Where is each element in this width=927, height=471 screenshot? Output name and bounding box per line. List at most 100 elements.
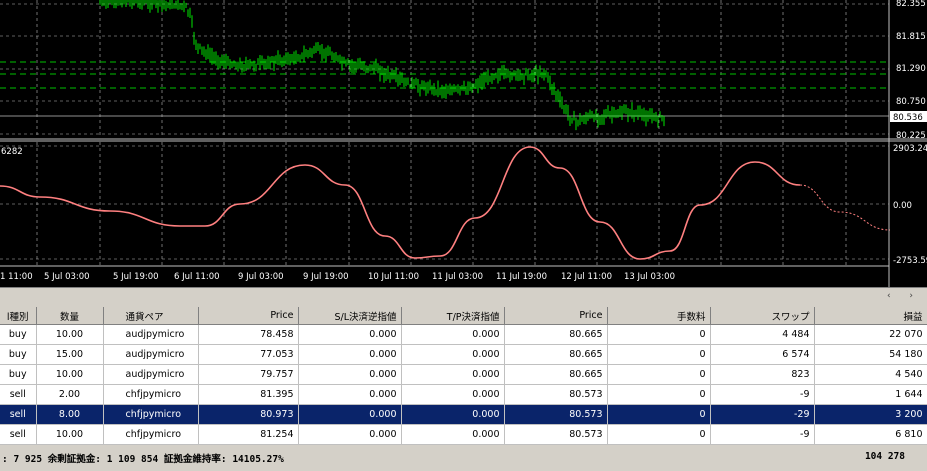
col-header-current-price[interactable]: Price xyxy=(504,307,608,325)
cell-volume: 15.00 xyxy=(36,344,104,365)
col-header-tp[interactable]: T/P決済指値 xyxy=(401,307,505,325)
cell-open-price: 78.458 xyxy=(198,324,299,345)
cell-sl: 0.000 xyxy=(298,384,402,405)
cell-swap: -9 xyxy=(710,424,815,445)
cell-sl: 0.000 xyxy=(298,404,402,425)
indicator-forecast-line xyxy=(799,184,891,231)
cell-commission: 0 xyxy=(607,384,711,405)
time-axis-label: 9 Jul 19:00 xyxy=(303,272,349,282)
cell-open-price: 81.254 xyxy=(198,424,299,445)
cell-tp: 0.000 xyxy=(401,324,505,345)
cell-open-price: 79.757 xyxy=(198,364,299,385)
time-axis-label: 5 Jul 03:00 xyxy=(44,272,90,282)
cell-tp: 0.000 xyxy=(401,384,505,405)
cell-commission: 0 xyxy=(607,364,711,385)
table-row[interactable]: sell 8.00 chfjpymicro 80.973 0.000 0.000 80.57… xyxy=(0,404,927,425)
cell-sl: 0.000 xyxy=(298,324,402,345)
cell-current-price: 80.573 xyxy=(504,424,608,445)
col-header-swap[interactable]: スワップ xyxy=(710,307,815,325)
cell-type: sell xyxy=(0,404,37,425)
current-price-label: 80.536 xyxy=(893,113,923,123)
time-axis-label: 6 Jul 11:00 xyxy=(174,272,220,282)
cell-symbol: audjpymicro xyxy=(103,324,199,345)
cell-symbol: audjpymicro xyxy=(103,364,199,385)
time-axis-label: 11 Jul 19:00 xyxy=(496,272,547,282)
table-row[interactable]: buy 10.00 audjpymicro 79.757 0.000 0.000 80.66… xyxy=(0,364,927,385)
cell-profit: 3 200 xyxy=(814,404,927,425)
cell-sl: 0.000 xyxy=(298,424,402,445)
time-axis-label: 11 Jul 03:00 xyxy=(432,272,483,282)
cell-type: buy xyxy=(0,364,37,385)
table-body: buy 10.00 audjpymicro 78.458 0.000 0.000 80.66… xyxy=(0,324,927,445)
col-header-volume[interactable]: 数量 xyxy=(36,307,104,325)
cell-open-price: 77.053 xyxy=(198,344,299,365)
table-row[interactable]: sell 10.00 chfjpymicro 81.254 0.000 0.000 80.5… xyxy=(0,424,927,445)
scroll-arrows-icon[interactable]: ‹ › xyxy=(887,291,921,301)
indicator-name-label: 6282 xyxy=(1,147,23,157)
table-row[interactable]: buy 15.00 audjpymicro 77.053 0.000 0.000 80.66… xyxy=(0,344,927,365)
cell-symbol: chfjpymicro xyxy=(103,424,199,445)
indicator-line xyxy=(0,146,801,260)
cell-volume: 10.00 xyxy=(36,324,104,345)
cell-swap: -9 xyxy=(710,384,815,405)
cell-swap: 4 484 xyxy=(710,324,815,345)
trade-table: l種別 数量 通貨ペア Price S/L決済逆指値 T/P決済指値 Price 手数料 スワッ… xyxy=(0,307,927,445)
time-axis-label: 12 Jul 11:00 xyxy=(561,272,612,282)
indicator-axis-label: -2753.59 xyxy=(893,256,927,266)
cell-sl: 0.000 xyxy=(298,344,402,365)
time-axis-label: 9 Jul 03:00 xyxy=(238,272,284,282)
cell-tp: 0.000 xyxy=(401,344,505,365)
time-axis-label: 5 Jul 19:00 xyxy=(113,272,159,282)
cell-swap: -29 xyxy=(710,404,815,425)
cell-volume: 10.00 xyxy=(36,424,104,445)
table-header-row: l種別 数量 通貨ペア Price S/L決済逆指値 T/P決済指値 Price 手数料 スワッ… xyxy=(0,307,927,325)
cell-profit: 1 644 xyxy=(814,384,927,405)
time-axis-label: 13 Jul 03:00 xyxy=(624,272,675,282)
indicator-axis-label: 2903.24 xyxy=(893,144,927,154)
col-header-profit[interactable]: 損益 xyxy=(814,307,927,325)
cell-volume: 10.00 xyxy=(36,364,104,385)
cell-current-price: 80.665 xyxy=(504,364,608,385)
cell-type: sell xyxy=(0,424,37,445)
cell-symbol: chfjpymicro xyxy=(103,384,199,405)
table-row[interactable]: sell 2.00 chfjpymicro 81.395 0.000 0.000 80.57… xyxy=(0,384,927,405)
price-chart[interactable]: 82.355 81.815 81.290 80.750 80.225 80.536 6282… xyxy=(0,0,927,287)
chart-scrollbar[interactable]: ‹ › xyxy=(0,287,927,307)
cell-open-price: 80.973 xyxy=(198,404,299,425)
time-axis-label: 10 Jul 11:00 xyxy=(368,272,419,282)
cell-profit: 54 180 xyxy=(814,344,927,365)
cell-commission: 0 xyxy=(607,324,711,345)
cell-swap: 6 574 xyxy=(710,344,815,365)
cell-current-price: 80.665 xyxy=(504,324,608,345)
table-row[interactable]: buy 10.00 audjpymicro 78.458 0.000 0.000 80.66… xyxy=(0,324,927,345)
cell-tp: 0.000 xyxy=(401,424,505,445)
cell-open-price: 81.395 xyxy=(198,384,299,405)
cell-type: buy xyxy=(0,324,37,345)
cell-profit: 4 540 xyxy=(814,364,927,385)
cell-commission: 0 xyxy=(607,344,711,365)
cell-tp: 0.000 xyxy=(401,404,505,425)
price-axis-label: 80.750 xyxy=(896,97,926,107)
indicator-axis-label: 0.00 xyxy=(893,201,912,211)
status-bar: : 7 925 余剰証拠金: 1 109 854 証拠金維持率: 14105.2… xyxy=(0,447,927,471)
cell-current-price: 80.573 xyxy=(504,384,608,405)
cell-commission: 0 xyxy=(607,404,711,425)
cell-type: sell xyxy=(0,384,37,405)
price-chart-panel[interactable]: 82.355 81.815 81.290 80.750 80.225 80.536 6282… xyxy=(0,0,927,287)
col-header-commission[interactable]: 手数料 xyxy=(607,307,711,325)
price-axis-label: 81.290 xyxy=(896,64,926,74)
cell-commission: 0 xyxy=(607,424,711,445)
cell-symbol: audjpymicro xyxy=(103,344,199,365)
price-axis-label: 81.815 xyxy=(896,32,926,42)
cell-current-price: 80.665 xyxy=(504,344,608,365)
cell-tp: 0.000 xyxy=(401,364,505,385)
col-header-sl[interactable]: S/L決済逆指値 xyxy=(298,307,402,325)
total-profit: 104 278 xyxy=(864,451,905,462)
price-axis-label: 80.225 xyxy=(896,131,926,141)
col-header-type[interactable]: l種別 xyxy=(0,307,37,325)
col-header-symbol[interactable]: 通貨ペア xyxy=(103,307,199,325)
cell-volume: 8.00 xyxy=(36,404,104,425)
col-header-open-price[interactable]: Price xyxy=(198,307,299,325)
cell-profit: 6 810 xyxy=(814,424,927,445)
cell-symbol: chfjpymicro xyxy=(103,404,199,425)
